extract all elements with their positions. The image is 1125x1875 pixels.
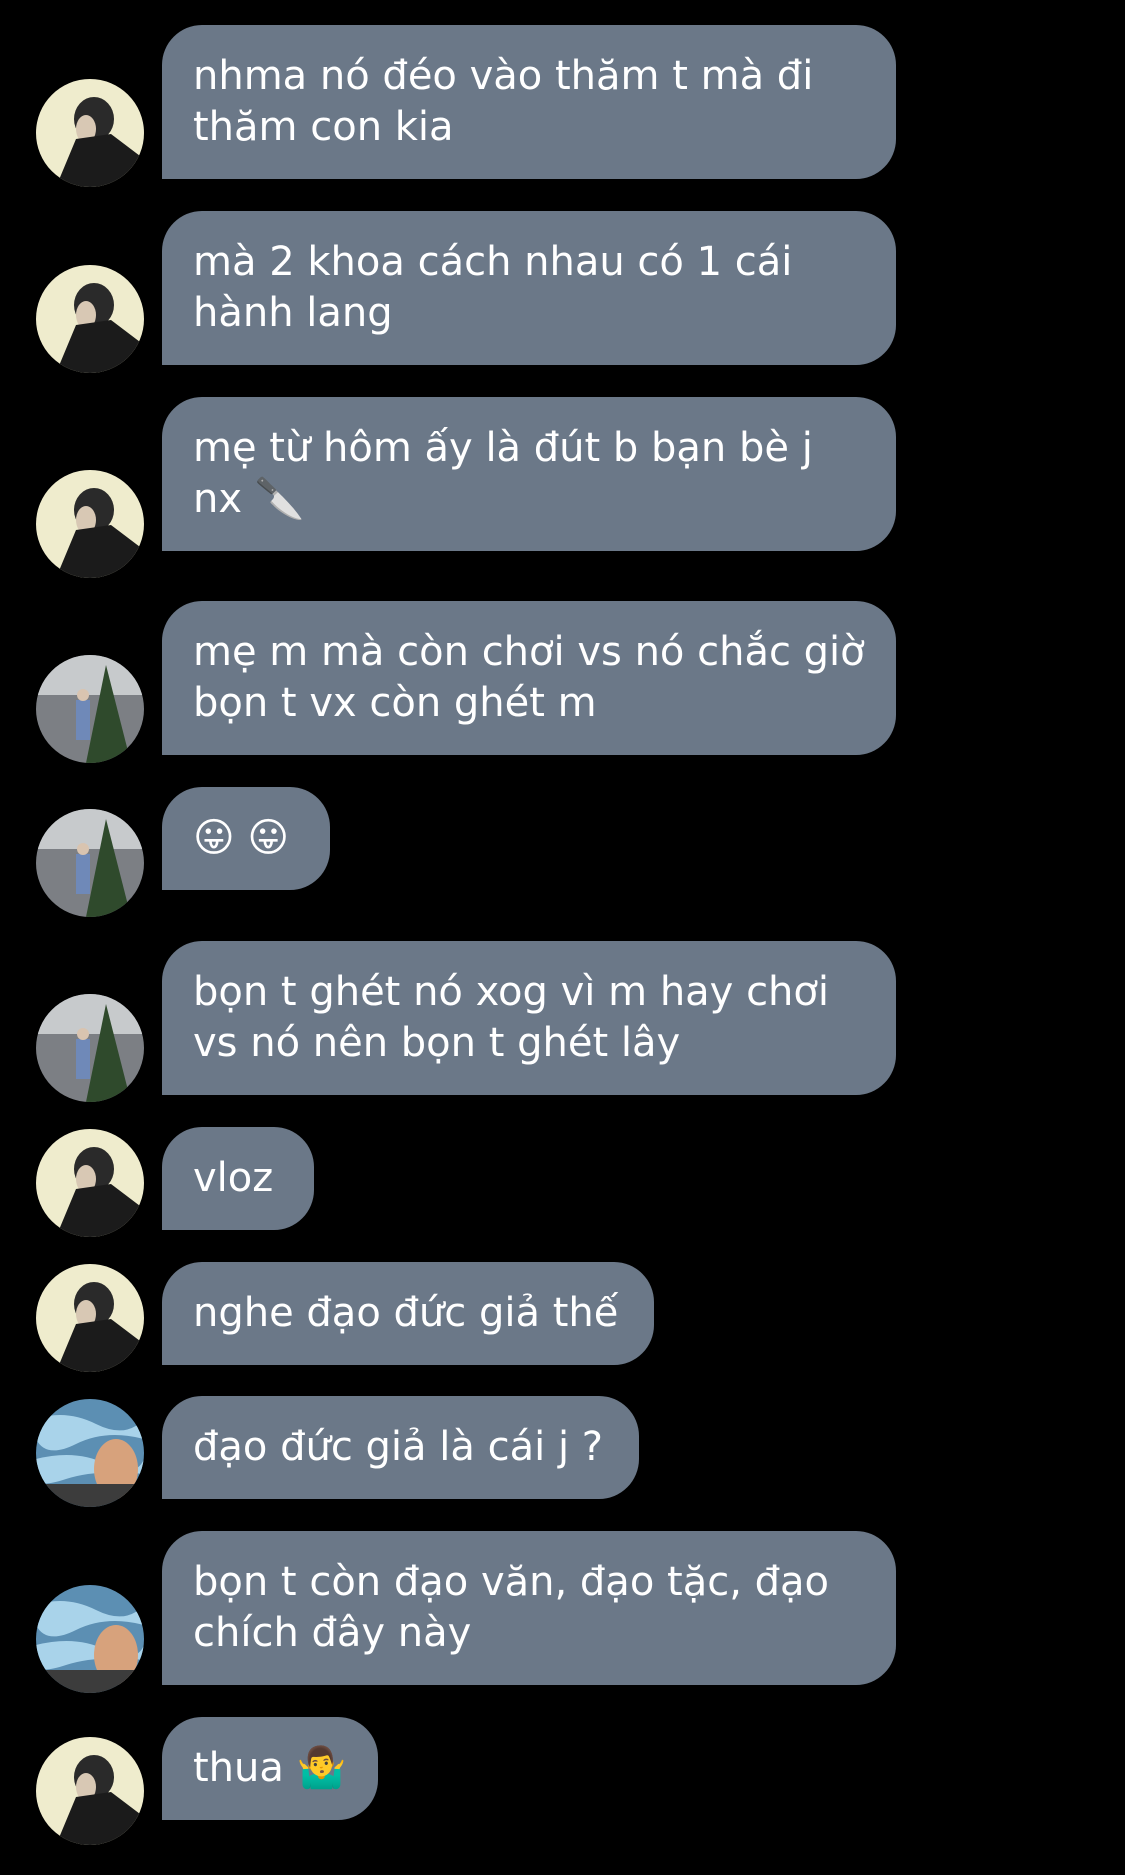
avatar[interactable]: [36, 655, 144, 763]
avatar-b-image: [36, 655, 144, 763]
message-bubble[interactable]: mà 2 khoa cách nhau có 1 cái hành lang: [162, 211, 896, 365]
message-text: nhma nó đéo vào thăm t mà đi thăm con ki…: [193, 53, 814, 150]
avatar[interactable]: [36, 1264, 144, 1372]
message-bubble[interactable]: nhma nó đéo vào thăm t mà đi thăm con ki…: [162, 25, 896, 179]
avatar[interactable]: [36, 809, 144, 917]
message-text: nghe đạo đức giả thế: [193, 1290, 619, 1336]
avatar-a-image: [36, 265, 144, 373]
message-text: bọn t còn đạo văn, đạo tặc, đạo chích đâ…: [193, 1559, 829, 1656]
message-text: thua 🤷‍♂️: [193, 1745, 347, 1791]
message-text: vloz: [193, 1155, 274, 1201]
avatar-a-image: [36, 1129, 144, 1237]
avatar-b-image: [36, 809, 144, 917]
avatar[interactable]: [36, 470, 144, 578]
message-text: mẹ m mà còn chơi vs nó chắc giờ bọn t vx…: [193, 629, 865, 726]
message-bubble[interactable]: nghe đạo đức giả thế: [162, 1262, 654, 1365]
message-text: bọn t ghét nó xog vì m hay chơi vs nó nê…: [193, 969, 829, 1066]
avatar[interactable]: [36, 265, 144, 373]
avatar[interactable]: [36, 1129, 144, 1237]
message-text: 😛 😛: [193, 815, 290, 861]
avatar[interactable]: [36, 1737, 144, 1845]
avatar[interactable]: [36, 1399, 144, 1507]
message-bubble[interactable]: đạo đức giả là cái j ?: [162, 1396, 639, 1499]
message-bubble[interactable]: thua 🤷‍♂️: [162, 1717, 378, 1820]
message-bubble[interactable]: vloz: [162, 1127, 314, 1230]
avatar-a-image: [36, 79, 144, 187]
message-text: mà 2 khoa cách nhau có 1 cái hành lang: [193, 239, 793, 336]
avatar[interactable]: [36, 994, 144, 1102]
avatar-a-image: [36, 1737, 144, 1845]
message-bubble[interactable]: bọn t ghét nó xog vì m hay chơi vs nó nê…: [162, 941, 896, 1095]
avatar-a-image: [36, 470, 144, 578]
avatar-c-image: [36, 1585, 144, 1693]
avatar-a-image: [36, 1264, 144, 1372]
message-bubble[interactable]: mẹ từ hôm ấy là đút b bạn bè j nx 🔪: [162, 397, 896, 551]
message-bubble[interactable]: mẹ m mà còn chơi vs nó chắc giờ bọn t vx…: [162, 601, 896, 755]
avatar-b-image: [36, 994, 144, 1102]
avatar-c-image: [36, 1399, 144, 1507]
message-bubble[interactable]: 😛 😛: [162, 787, 330, 890]
message-text: mẹ từ hôm ấy là đút b bạn bè j nx 🔪: [193, 425, 813, 522]
message-bubble[interactable]: bọn t còn đạo văn, đạo tặc, đạo chích đâ…: [162, 1531, 896, 1685]
avatar[interactable]: [36, 79, 144, 187]
message-text: đạo đức giả là cái j ?: [193, 1424, 603, 1470]
avatar[interactable]: [36, 1585, 144, 1693]
